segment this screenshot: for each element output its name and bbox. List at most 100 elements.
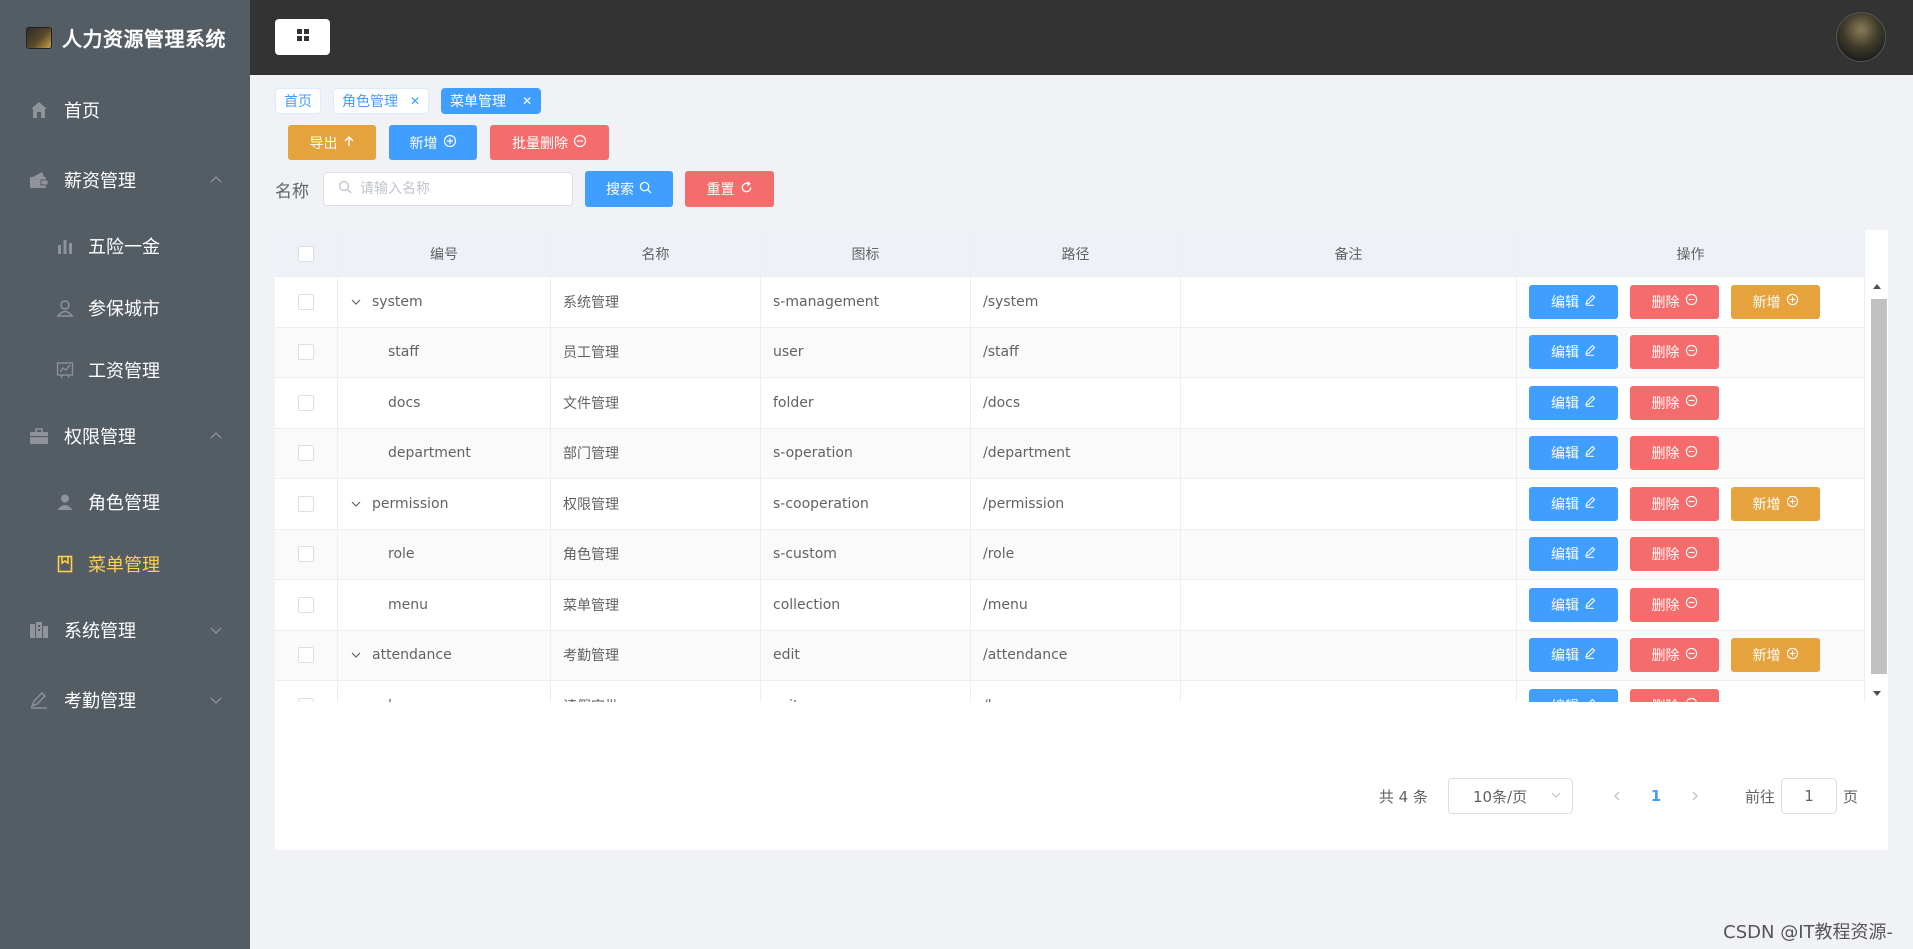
- delete-label: 删除: [1651, 648, 1680, 665]
- delete-label: 删除: [1651, 547, 1680, 564]
- delete-label: 删除: [1651, 345, 1680, 362]
- sidebar-item-insurance[interactable]: 五险一金: [0, 215, 250, 277]
- sidebar-item-label: 首页: [64, 101, 100, 122]
- row-checkbox[interactable]: [298, 546, 314, 563]
- cell-ops: 编辑 删除 新增: [1517, 630, 1865, 680]
- reset-button[interactable]: 重置: [685, 171, 774, 207]
- user-icon: [54, 297, 76, 319]
- cell-ops: 编辑 删除: [1517, 428, 1865, 478]
- sidebar-item-permission[interactable]: 权限管理: [0, 401, 250, 471]
- scroll-up-arrow[interactable]: [1873, 284, 1881, 289]
- edit-label: 编辑: [1551, 597, 1579, 614]
- cell-note: [1181, 630, 1517, 680]
- row-checkbox[interactable]: [298, 394, 314, 411]
- grid-menu-icon: [296, 29, 309, 45]
- page-size-select[interactable]: 10条/页: [1447, 778, 1573, 814]
- sidebar-item-role[interactable]: 角色管理: [0, 471, 250, 533]
- edit-button[interactable]: 编辑: [1529, 284, 1618, 319]
- row-checkbox[interactable]: [298, 445, 314, 462]
- close-icon[interactable]: ✕: [522, 94, 532, 108]
- edit-button[interactable]: 编辑: [1529, 436, 1618, 471]
- sidebar-item-system[interactable]: 系统管理: [0, 595, 250, 665]
- delete-button[interactable]: 删除: [1630, 638, 1719, 673]
- search-field[interactable]: [323, 172, 573, 206]
- tag-home[interactable]: 首页: [275, 88, 321, 114]
- delete-button[interactable]: 删除: [1630, 284, 1719, 319]
- scroll-down-arrow[interactable]: [1873, 691, 1881, 696]
- chevron-up-icon: [208, 428, 224, 444]
- add-child-button[interactable]: 新增: [1731, 486, 1820, 521]
- sidebar-item-wages[interactable]: 工资管理: [0, 339, 250, 401]
- delete-button[interactable]: 删除: [1630, 335, 1719, 370]
- table-row: staff 员工管理 user/staff 编辑 删除: [275, 327, 1865, 378]
- table-scrollbar[interactable]: [1868, 277, 1888, 702]
- goto-suffix: 页: [1842, 787, 1858, 806]
- search-icon: [338, 180, 352, 198]
- user-avatar[interactable]: [1836, 12, 1886, 62]
- prev-page-button[interactable]: [1603, 790, 1631, 802]
- goto-page-input[interactable]: [1780, 778, 1837, 814]
- add-child-button[interactable]: 新增: [1731, 638, 1820, 673]
- header-note: 备注: [1181, 230, 1517, 277]
- select-all-checkbox[interactable]: [298, 245, 314, 262]
- delete-button[interactable]: 删除: [1630, 436, 1719, 471]
- delete-button[interactable]: 删除: [1630, 688, 1719, 702]
- goto-prefix: 前往: [1744, 787, 1775, 806]
- row-checkbox[interactable]: [298, 647, 314, 664]
- cell-icon: s-management: [761, 277, 971, 327]
- expand-arrow-icon[interactable]: [350, 649, 364, 661]
- edit-button[interactable]: 编辑: [1529, 587, 1618, 622]
- search-label: 名称: [275, 181, 309, 202]
- scroll-thumb[interactable]: [1871, 299, 1887, 674]
- edit-button[interactable]: 编辑: [1529, 537, 1618, 572]
- row-checkbox[interactable]: [298, 293, 314, 310]
- row-checkbox[interactable]: [298, 697, 314, 702]
- cell-checkbox: [275, 277, 338, 327]
- delete-button[interactable]: 删除: [1630, 587, 1719, 622]
- sidebar-item-salary[interactable]: 薪资管理: [0, 145, 250, 215]
- add-button[interactable]: 新增: [389, 125, 477, 160]
- edit-button[interactable]: 编辑: [1529, 335, 1618, 370]
- edit-button[interactable]: 编辑: [1529, 486, 1618, 521]
- tag-role[interactable]: 角色管理 ✕: [333, 88, 430, 114]
- circle-minus-icon: [568, 134, 587, 152]
- cell-path: /role: [971, 529, 1181, 579]
- tag-menu[interactable]: 菜单管理 ✕: [441, 88, 542, 114]
- add-label: 新增: [409, 135, 438, 152]
- sidebar-item-attendance[interactable]: 考勤管理: [0, 665, 250, 735]
- export-button[interactable]: 导出: [288, 125, 376, 160]
- add-child-button[interactable]: 新增: [1731, 284, 1820, 319]
- delete-button[interactable]: 删除: [1630, 537, 1719, 572]
- search-button[interactable]: 搜索: [585, 171, 673, 207]
- app-title: 人力资源管理系统: [62, 27, 226, 51]
- edit-icon: [1579, 496, 1596, 512]
- chevron-down-icon: [1550, 787, 1562, 805]
- delete-button[interactable]: 删除: [1630, 385, 1719, 420]
- sidebar-item-menu[interactable]: 菜单管理: [0, 533, 250, 595]
- next-page-button[interactable]: [1681, 790, 1709, 802]
- sidebar-item-city[interactable]: 参保城市: [0, 277, 250, 339]
- collapse-menu-button[interactable]: [275, 19, 330, 55]
- table-row: docs 文件管理 folder/docs 编辑 删除: [275, 378, 1865, 429]
- cell-path: /menu: [971, 580, 1181, 630]
- cell-ops: 编辑 删除: [1517, 378, 1865, 428]
- sidebar-item-home[interactable]: 首页: [0, 75, 250, 145]
- tag-label: 菜单管理: [450, 94, 507, 110]
- search-input[interactable]: [360, 181, 560, 197]
- add-label: 新增: [1752, 648, 1781, 665]
- batch-delete-button[interactable]: 批量删除: [490, 125, 609, 160]
- edit-button[interactable]: 编辑: [1529, 688, 1618, 702]
- row-checkbox[interactable]: [298, 495, 314, 512]
- row-checkbox[interactable]: [298, 344, 314, 361]
- row-checkbox[interactable]: [298, 596, 314, 613]
- page-number[interactable]: 1: [1631, 787, 1681, 805]
- line-chart-icon: [54, 359, 76, 381]
- circle-minus-icon: [1680, 394, 1698, 411]
- delete-button[interactable]: 删除: [1630, 486, 1719, 521]
- expand-arrow-icon[interactable]: [350, 296, 364, 308]
- edit-button[interactable]: 编辑: [1529, 638, 1618, 673]
- edit-button[interactable]: 编辑: [1529, 385, 1618, 420]
- delete-label: 删除: [1651, 496, 1680, 513]
- close-icon[interactable]: ✕: [410, 94, 420, 108]
- expand-arrow-icon[interactable]: [350, 498, 364, 510]
